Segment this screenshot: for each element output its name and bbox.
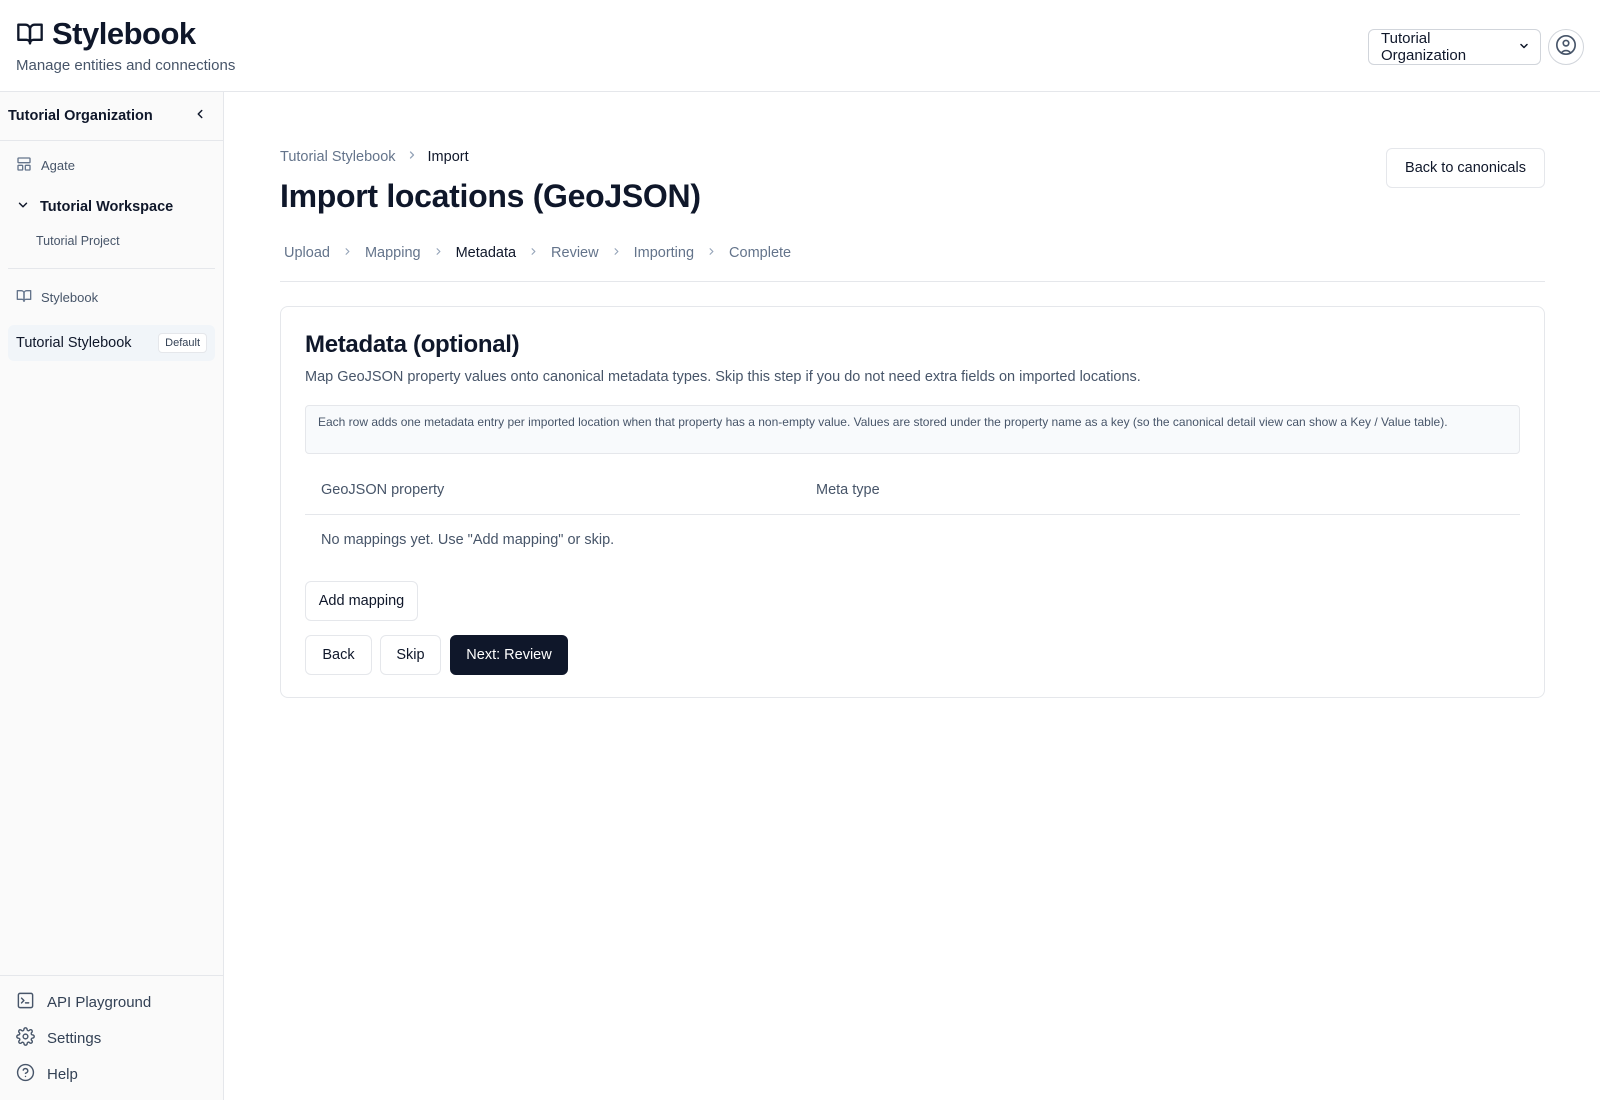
chevron-down-icon: [1518, 39, 1530, 56]
sidebar-org-name: Tutorial Organization: [8, 108, 153, 124]
card-title: Metadata (optional): [305, 331, 520, 358]
breadcrumb: Tutorial Stylebook Import: [280, 149, 469, 165]
sidebar-item-agate[interactable]: Agate: [0, 141, 223, 189]
app-header: Stylebook Manage entities and connection…: [0, 0, 1600, 92]
collapse-sidebar-button[interactable]: [193, 107, 207, 125]
step-metadata: Metadata: [455, 245, 517, 261]
sidebar-item-stylebook[interactable]: Stylebook: [0, 269, 223, 325]
sidebar-item-label: Stylebook: [41, 289, 99, 305]
step-mapping: Mapping: [364, 245, 421, 261]
sidebar-item-workspace[interactable]: Tutorial Workspace: [0, 189, 223, 225]
step-upload: Upload: [284, 245, 330, 261]
add-mapping-button[interactable]: Add mapping: [305, 581, 418, 621]
step-importing: Importing: [633, 245, 695, 261]
info-note: Each row adds one metadata entry per imp…: [305, 405, 1520, 454]
column-header-property: GeoJSON property: [321, 481, 445, 498]
table-header: GeoJSON property Meta type: [305, 465, 1520, 515]
sidebar-org-header: Tutorial Organization: [0, 92, 223, 141]
sidebar-item-tutorial-stylebook[interactable]: Tutorial Stylebook Default: [8, 325, 215, 361]
import-stepper: Upload Mapping Metadata Review Importing…: [284, 245, 791, 261]
app-title: Stylebook: [52, 16, 196, 51]
back-to-canonicals-button[interactable]: Back to canonicals: [1386, 148, 1545, 188]
sidebar-item-label: Help: [47, 1065, 78, 1083]
organization-select[interactable]: Tutorial Organization: [1368, 29, 1541, 65]
user-circle-icon: [1555, 34, 1577, 61]
app-subtitle: Manage entities and connections: [16, 57, 236, 74]
sidebar-item-label: Agate: [41, 157, 75, 173]
sidebar-footer: API Playground Settings Help: [0, 975, 223, 1100]
default-badge: Default: [158, 333, 207, 353]
empty-state: No mappings yet. Use "Add mapping" or sk…: [321, 532, 615, 548]
terminal-icon: [16, 991, 35, 1014]
chevron-down-icon: [16, 198, 30, 216]
gear-icon: [16, 1026, 35, 1050]
sidebar-item-api-playground[interactable]: API Playground: [0, 984, 223, 1020]
breadcrumb-link[interactable]: Tutorial Stylebook: [280, 149, 396, 165]
chevron-right-icon: [433, 245, 444, 261]
page-title: Import locations (GeoJSON): [280, 178, 701, 214]
book-open-icon: [16, 20, 44, 48]
mappings-table: GeoJSON property Meta type No mappings y…: [305, 465, 1520, 565]
sidebar: Tutorial Organization Agate Tutorial Wor…: [0, 92, 224, 1100]
organization-select-value: Tutorial Organization: [1381, 30, 1467, 64]
brand[interactable]: Stylebook: [16, 16, 196, 52]
sidebar-item-label: Tutorial Workspace: [40, 199, 174, 215]
user-menu-button[interactable]: [1548, 29, 1584, 65]
chevron-right-icon: [706, 245, 717, 261]
chevron-left-icon: [197, 109, 203, 119]
help-circle-icon: [16, 1063, 35, 1086]
stepper-divider: [280, 281, 1545, 282]
chevron-right-icon: [406, 149, 418, 165]
next-review-button[interactable]: Next: Review: [450, 635, 568, 675]
step-review: Review: [551, 245, 599, 261]
sidebar-item-project[interactable]: Tutorial Project: [0, 225, 223, 257]
step-complete: Complete: [729, 245, 792, 261]
breadcrumb-current: Import: [427, 149, 469, 165]
sidebar-item-settings[interactable]: Settings: [0, 1020, 223, 1056]
sidebar-item-label: Settings: [47, 1029, 102, 1047]
book-open-icon: [16, 288, 32, 307]
main-content: Tutorial Stylebook Import Import locatio…: [224, 92, 1600, 1100]
column-header-meta-type: Meta type: [816, 481, 880, 498]
layout-icon: [16, 156, 32, 175]
sidebar-item-help[interactable]: Help: [0, 1056, 223, 1092]
card-description: Map GeoJSON property values onto canonic…: [305, 369, 1141, 385]
metadata-card: Metadata (optional) Map GeoJSON property…: [280, 306, 1545, 698]
sidebar-item-label: API Playground: [47, 993, 152, 1011]
chevron-right-icon: [528, 245, 539, 261]
skip-button[interactable]: Skip: [380, 635, 441, 675]
chevron-right-icon: [342, 245, 353, 261]
chevron-right-icon: [611, 245, 622, 261]
back-button[interactable]: Back: [305, 635, 372, 675]
sidebar-item-label: Tutorial Stylebook: [16, 335, 132, 351]
